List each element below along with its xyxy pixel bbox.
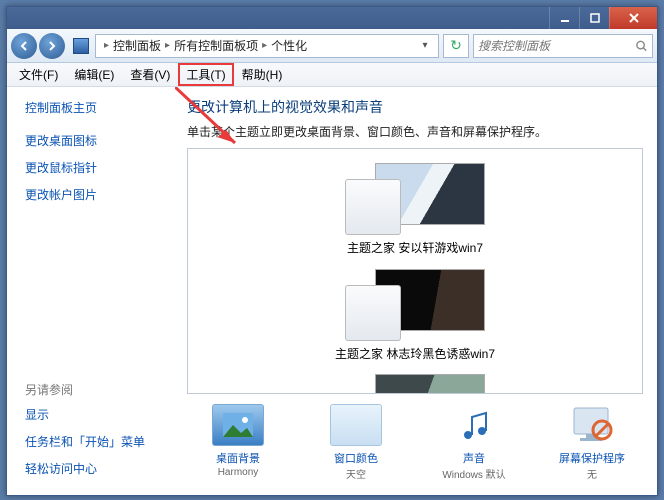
theme-name: 主题之家 安以轩游戏win7 [335,241,495,257]
menu-edit[interactable]: 编辑(E) [66,63,122,86]
search-box[interactable] [473,34,653,58]
crumb-root[interactable]: 控制面板 [113,37,161,54]
theme-item[interactable] [335,374,495,394]
theme-list[interactable]: 主题之家 安以轩游戏win7 主题之家 林志玲黑色诱惑win7 [187,148,643,394]
option-value: Harmony [218,467,259,478]
theme-window-thumb [345,179,401,235]
minimize-button[interactable] [549,7,579,29]
sidebar-home[interactable]: 控制面板主页 [25,99,169,116]
desktop-background-icon [212,404,264,446]
window-color-option[interactable]: 窗口颜色 天空 [316,404,396,481]
crumb-leaf[interactable]: 个性化 [271,37,307,54]
address-dropdown-icon[interactable]: ▾ [416,40,434,51]
search-input[interactable] [478,39,635,53]
menubar: 文件(F) 编辑(E) 查看(V) 工具(T) 帮助(H) [7,63,657,87]
theme-name: 主题之家 林志玲黑色诱惑win7 [335,347,495,363]
theme-item[interactable]: 主题之家 林志玲黑色诱惑win7 [335,269,495,363]
option-value: 天空 [346,470,366,481]
refresh-button[interactable]: ↻ [443,34,469,58]
option-label: 窗口颜色 [316,450,396,466]
menu-file[interactable]: 文件(F) [11,63,66,86]
address-icon [73,38,89,54]
theme-item[interactable]: 主题之家 安以轩游戏win7 [335,163,495,257]
page-heading: 更改计算机上的视觉效果和声音 [187,97,643,117]
menu-help[interactable]: 帮助(H) [234,63,291,86]
chevron-right-icon: ▸ [262,40,267,51]
breadcrumb[interactable]: ▸ 控制面板 ▸ 所有控制面板项 ▸ 个性化 ▾ [95,34,439,58]
see-also-title: 另请参阅 [25,381,169,398]
body: 控制面板主页 更改桌面图标 更改鼠标指针 更改帐户图片 另请参阅 显示 任务栏和… [7,87,657,495]
back-button[interactable] [11,33,37,59]
option-label: 声音 [434,450,514,466]
sound-option[interactable]: 声音 Windows 默认 [434,404,514,481]
see-also-link[interactable]: 轻松访问中心 [25,460,169,477]
sound-icon [448,404,500,446]
screensaver-icon [566,404,618,446]
menu-tools[interactable]: 工具(T) [178,63,233,86]
navbar: ▸ 控制面板 ▸ 所有控制面板项 ▸ 个性化 ▾ ↻ [7,29,657,63]
forward-button[interactable] [39,33,65,59]
sidebar-link[interactable]: 更改桌面图标 [25,132,169,149]
sidebar: 控制面板主页 更改桌面图标 更改鼠标指针 更改帐户图片 另请参阅 显示 任务栏和… [7,87,177,495]
option-label: 屏幕保护程序 [552,450,632,466]
window-color-icon [330,404,382,446]
option-value: 无 [587,470,597,481]
maximize-button[interactable] [579,7,609,29]
titlebar [7,7,657,29]
see-also-link[interactable]: 显示 [25,406,169,423]
main: 更改计算机上的视觉效果和声音 单击某个主题立即更改桌面背景、窗口颜色、声音和屏幕… [177,87,657,495]
crumb-mid[interactable]: 所有控制面板项 [174,37,258,54]
sidebar-link[interactable]: 更改鼠标指针 [25,159,169,176]
chevron-right-icon: ▸ [104,40,109,51]
close-button[interactable] [609,7,657,29]
desktop-background-option[interactable]: 桌面背景 Harmony [198,404,278,481]
sidebar-link[interactable]: 更改帐户图片 [25,186,169,203]
window: ▸ 控制面板 ▸ 所有控制面板项 ▸ 个性化 ▾ ↻ 文件(F) 编辑(E) 查… [6,6,658,496]
option-label: 桌面背景 [198,450,278,466]
page-subheading: 单击某个主题立即更改桌面背景、窗口颜色、声音和屏幕保护程序。 [187,123,643,140]
see-also-link[interactable]: 任务栏和「开始」菜单 [25,433,169,450]
theme-wallpaper-thumb [375,374,485,394]
theme-window-thumb [345,285,401,341]
chevron-right-icon: ▸ [165,40,170,51]
bottom-options: 桌面背景 Harmony 窗口颜色 天空 声音 Windows 默认 屏幕保护程… [187,404,643,481]
menu-view[interactable]: 查看(V) [122,63,178,86]
search-icon [635,39,648,53]
option-value: Windows 默认 [442,470,505,481]
screensaver-option[interactable]: 屏幕保护程序 无 [552,404,632,481]
